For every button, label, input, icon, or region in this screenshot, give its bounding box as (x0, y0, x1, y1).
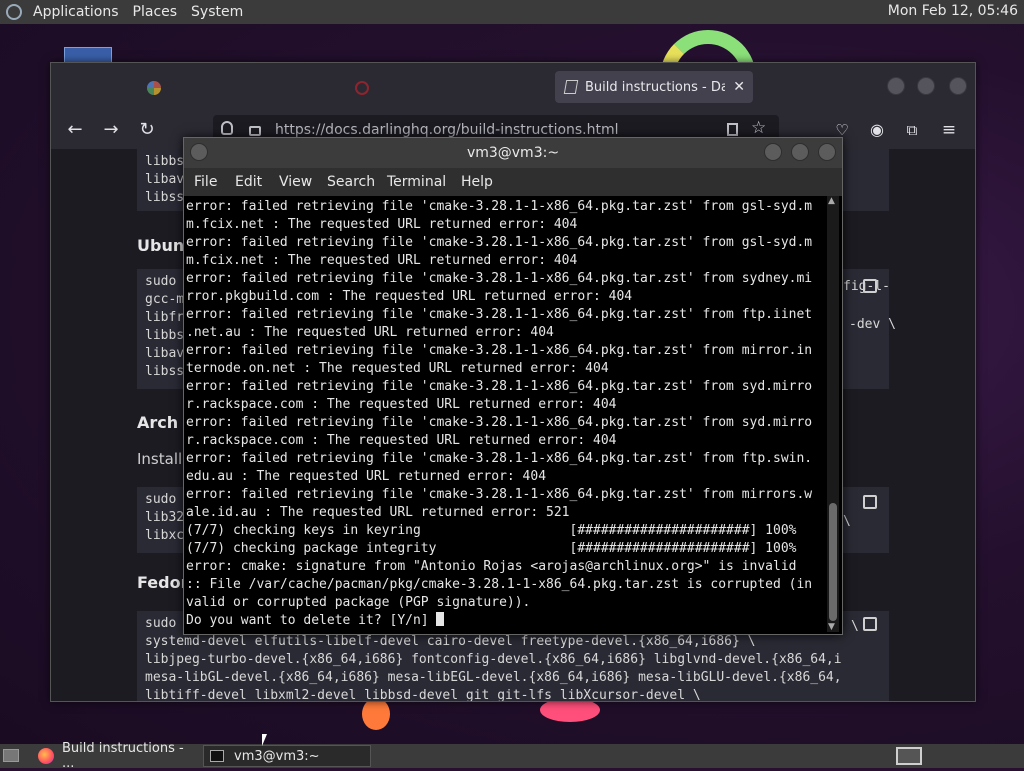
tab-build-instructions[interactable]: Build instructions - Darlin ✕ (555, 71, 753, 103)
tab-google[interactable] (147, 71, 327, 105)
maximize-button[interactable] (917, 77, 935, 95)
menu-view[interactable]: View (279, 174, 312, 190)
clock[interactable]: Mon Feb 12, 05:46 (888, 3, 1018, 19)
terminal-menubar: File Edit View Search Terminal Help (184, 168, 842, 196)
terminal-line: error: failed retrieving file 'cmake-3.2… (186, 271, 813, 286)
terminal-line: error: failed retrieving file 'cmake-3.2… (186, 379, 813, 394)
extensions-icon[interactable]: ⧉ (901, 119, 923, 141)
terminal-line: .net.au : The requested URL returned err… (186, 325, 554, 340)
menu-search[interactable]: Search (327, 174, 375, 190)
forward-arrow-icon[interactable]: → (100, 119, 122, 141)
terminal-window: vm3@vm3:~ File Edit View Search Terminal… (183, 137, 843, 635)
google-icon (147, 81, 161, 95)
page-icon (563, 80, 579, 94)
reload-icon[interactable]: ↻ (136, 119, 158, 141)
bottom-panel: Build instructions - ... vm3@vm3:~ (0, 734, 1024, 771)
terminal-scrollbar[interactable]: ▲ ▼ (827, 196, 839, 632)
menu-applications[interactable]: Applications (26, 4, 126, 20)
terminal-line: Do you want to delete it? [Y/n] (186, 612, 824, 630)
code-fragment: -dev \ (849, 317, 896, 332)
scroll-up-icon[interactable]: ▲ (828, 196, 835, 206)
terminal-titlebar[interactable]: vm3@vm3:~ (184, 138, 842, 168)
terminal-line: error: failed retrieving file 'cmake-3.2… (186, 487, 813, 502)
tab-bar: Build instructions - Darlin ✕ (51, 63, 975, 111)
minimize-button[interactable] (764, 143, 782, 161)
workspace-switcher[interactable] (896, 747, 922, 765)
code-fragment: \ (843, 514, 851, 529)
close-button[interactable] (818, 143, 836, 161)
terminal-line: error: failed retrieving file 'cmake-3.2… (186, 307, 813, 322)
scrollbar-thumb[interactable] (829, 503, 837, 621)
wallpaper-dot (362, 698, 390, 730)
mouse-cursor-icon (262, 734, 267, 746)
terminal-title: vm3@vm3:~ (466, 145, 560, 161)
show-desktop-icon[interactable] (3, 749, 19, 762)
menu-file[interactable]: File (194, 174, 217, 190)
menu-terminal[interactable]: Terminal (387, 174, 446, 190)
copy-icon[interactable] (863, 279, 877, 293)
terminal-line: error: cmake: signature from "Antonio Ro… (186, 559, 797, 574)
terminal-line: r.rackspace.com : The requested URL retu… (186, 397, 617, 412)
terminal-icon (210, 750, 224, 762)
heading-fedora: Fedor (137, 573, 189, 592)
maximize-button[interactable] (791, 143, 809, 161)
tab-opera[interactable] (355, 71, 535, 105)
menu-edit[interactable]: Edit (235, 174, 262, 190)
minimize-button[interactable] (887, 77, 905, 95)
terminal-line: error: failed retrieving file 'cmake-3.2… (186, 235, 813, 250)
terminal-output[interactable]: error: failed retrieving file 'cmake-3.2… (186, 196, 824, 634)
code-fragment: \ (851, 619, 859, 634)
terminal-line: m.fcix.net : The requested URL returned … (186, 253, 578, 268)
terminal-line: r.rackspace.com : The requested URL retu… (186, 433, 617, 448)
scroll-down-icon[interactable]: ▼ (828, 622, 835, 632)
opera-icon (355, 81, 369, 95)
back-arrow-icon[interactable]: ← (64, 119, 86, 141)
close-tab-icon[interactable]: ✕ (733, 79, 745, 95)
terminal-line: :: File /var/cache/pacman/pkg/cmake-3.28… (186, 577, 813, 592)
lock-icon[interactable] (249, 126, 261, 136)
reader-view-icon[interactable] (727, 123, 738, 136)
terminal-line: edu.au : The requested URL returned erro… (186, 469, 547, 484)
menu-system[interactable]: System (184, 4, 250, 20)
terminal-cursor (436, 612, 445, 626)
url-text[interactable]: https://docs.darlinghq.org/build-instruc… (275, 122, 619, 138)
close-window-button[interactable] (949, 77, 967, 95)
menu-hamburger-icon[interactable]: ≡ (938, 119, 960, 141)
terminal-line: ternode.on.net : The requested URL retur… (186, 361, 609, 376)
shield-icon[interactable] (221, 121, 233, 135)
terminal-line: (7/7) checking keys in keyring [########… (186, 523, 797, 538)
terminal-line: error: failed retrieving file 'cmake-3.2… (186, 343, 813, 358)
terminal-line: rror.pkgbuild.com : The requested URL re… (186, 289, 633, 304)
distro-logo-icon[interactable] (6, 4, 22, 20)
bookmark-star-icon[interactable]: ☆ (751, 118, 766, 138)
terminal-line: valid or corrupted package (PGP signatur… (186, 595, 531, 610)
window-menu-button[interactable] (190, 143, 208, 161)
terminal-line: m.fcix.net : The requested URL returned … (186, 217, 578, 232)
terminal-line: error: failed retrieving file 'cmake-3.2… (186, 415, 813, 430)
install-text: Install (137, 450, 183, 468)
taskbar-item-firefox[interactable]: Build instructions - ... (32, 741, 200, 771)
copy-icon[interactable] (863, 495, 877, 509)
copy-icon[interactable] (863, 617, 877, 631)
menu-places[interactable]: Places (126, 4, 185, 20)
terminal-line: (7/7) checking package integrity [######… (186, 541, 797, 556)
terminal-line: error: failed retrieving file 'cmake-3.2… (186, 451, 813, 466)
top-panel: Applications Places System Mon Feb 12, 0… (0, 0, 1024, 24)
firefox-icon (38, 748, 54, 764)
terminal-line: error: failed retrieving file 'cmake-3.2… (186, 199, 813, 214)
menu-help[interactable]: Help (461, 174, 493, 190)
account-icon[interactable]: ◉ (866, 119, 888, 141)
terminal-line: ale.id.au : The requested URL returned e… (186, 505, 570, 520)
taskbar-item-terminal[interactable]: vm3@vm3:~ (203, 745, 371, 767)
